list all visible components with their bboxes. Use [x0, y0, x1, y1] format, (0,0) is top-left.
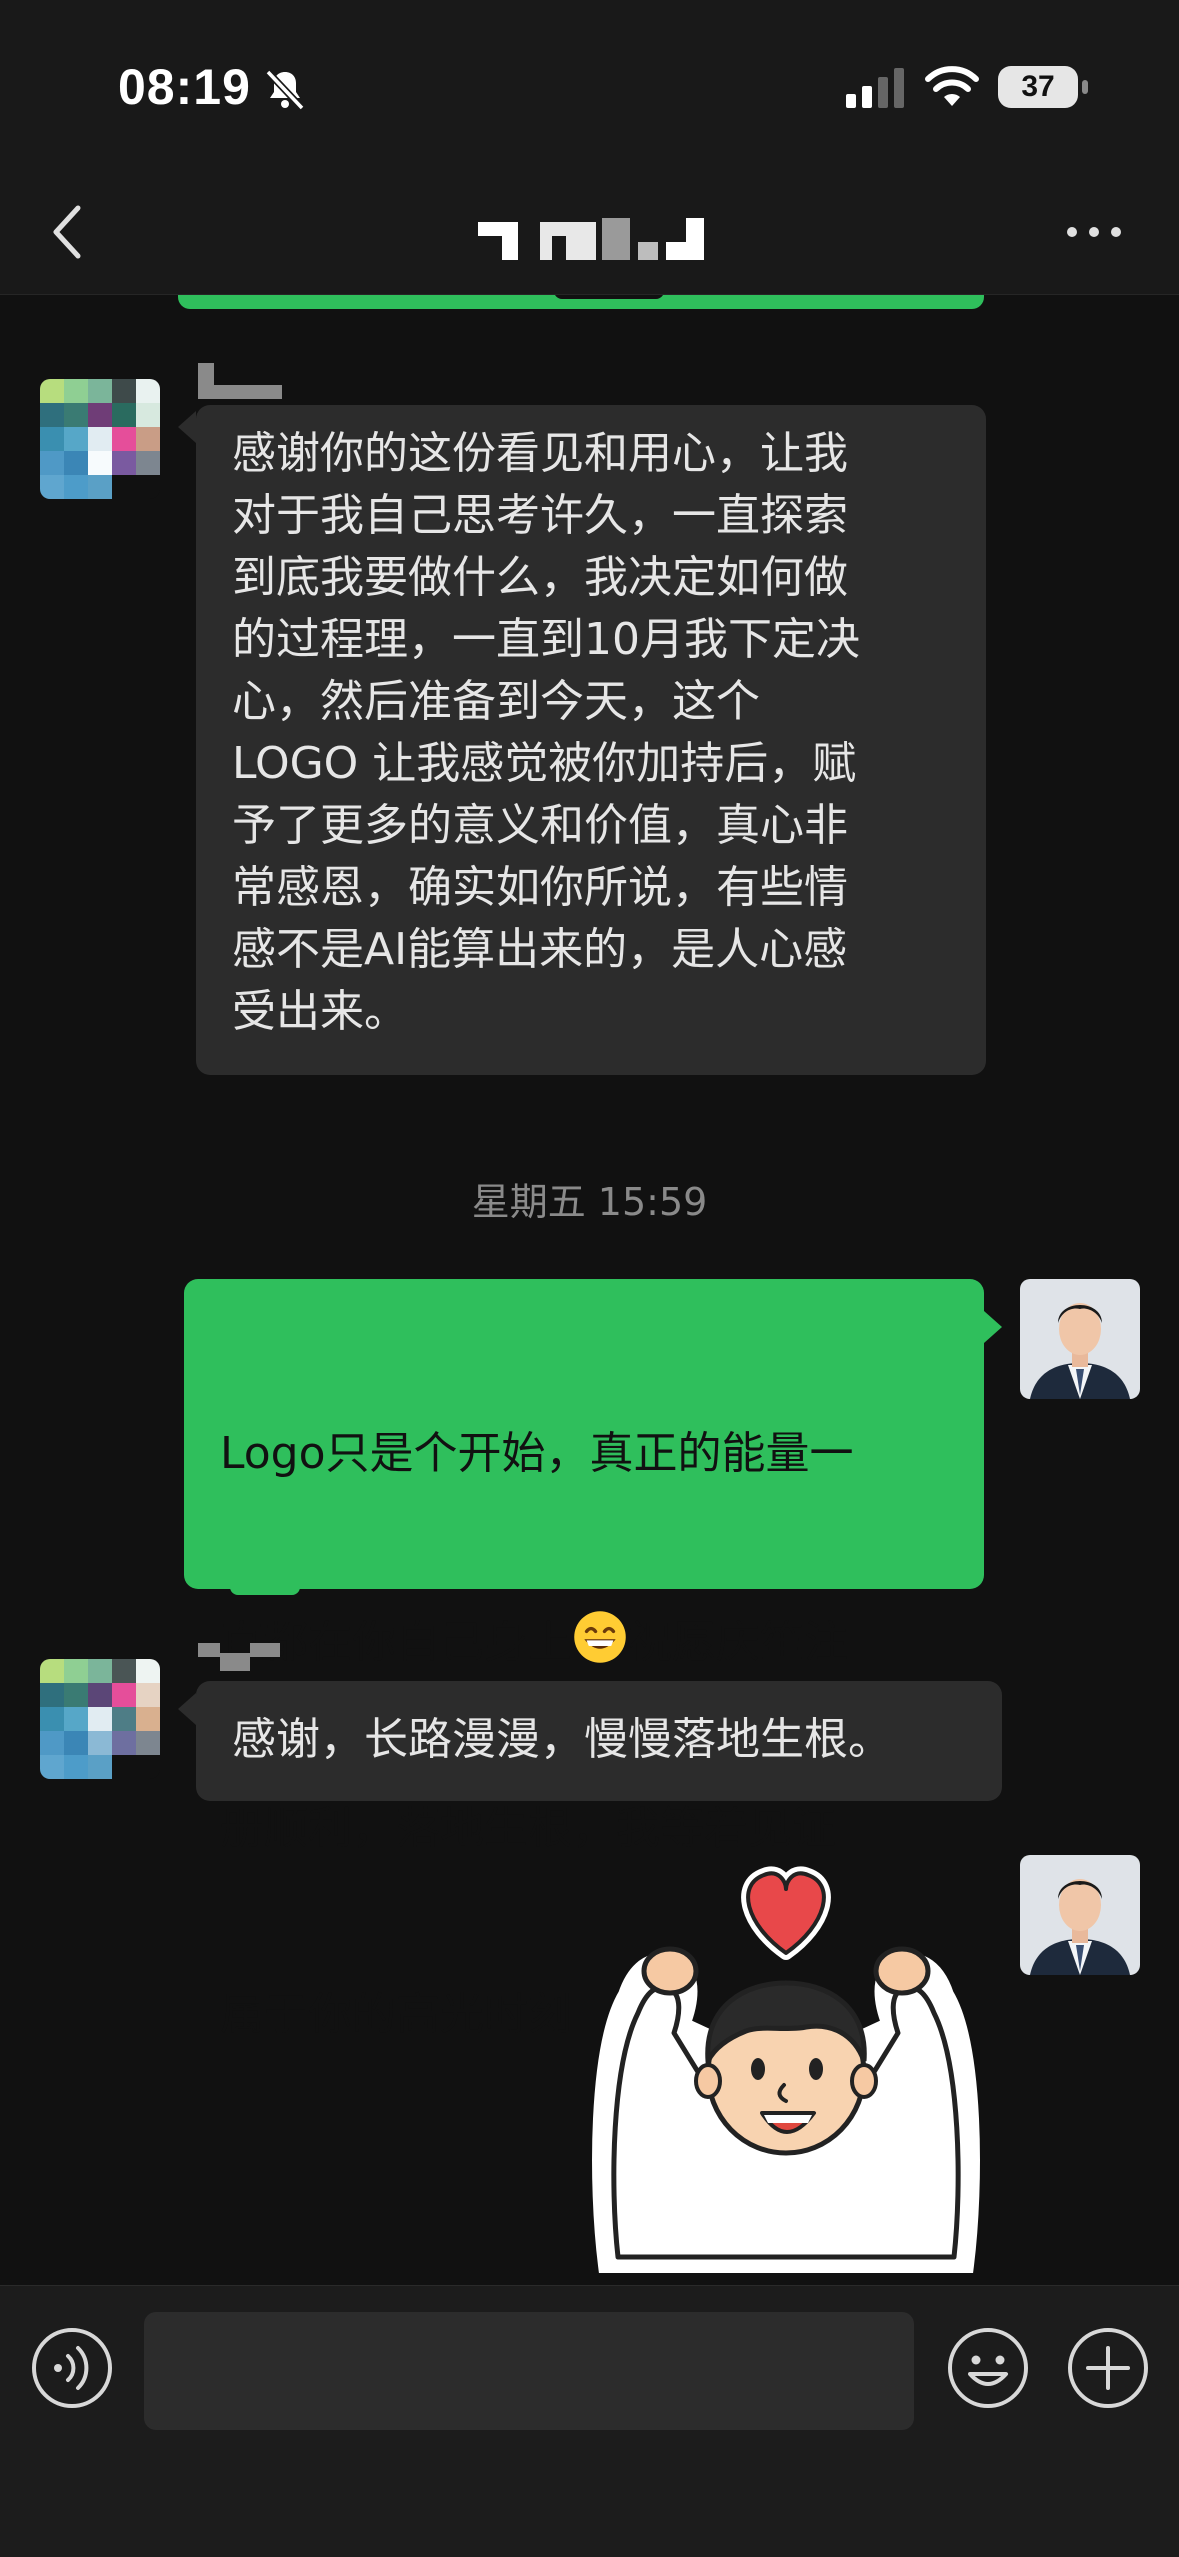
message-input-bar: [0, 2285, 1179, 2557]
cheering-boy-heart-sticker[interactable]: [586, 1855, 986, 2275]
outgoing-message-bubble[interactable]: Logo只是个开始，真正的能量一 直都在你自己身上 祝愿庆笙注 册顺利，落地生根…: [184, 1279, 984, 2040]
incoming-message-bubble[interactable]: 感谢，长路漫漫，慢慢落地生根。: [196, 1681, 1002, 1801]
sender-name-pixelated: [198, 1643, 280, 1671]
message-line: Logo只是个开始，真正的能量一: [220, 1428, 854, 1479]
more-dots-icon[interactable]: [1064, 220, 1124, 244]
voice-icon[interactable]: [30, 2326, 114, 2410]
bell-off-icon: [265, 69, 305, 111]
battery-icon: 37: [998, 66, 1078, 108]
status-bar: 08:19 37: [0, 0, 1179, 170]
wifi-icon: [925, 66, 979, 106]
emoji-face-icon[interactable]: [946, 2326, 1030, 2410]
bubble-reference-notch: [230, 1585, 300, 1595]
sender-name-pixelated: [198, 363, 282, 399]
bubble-tail: [178, 1693, 196, 1725]
contact-avatar[interactable]: [40, 379, 160, 499]
status-time: 08:19: [118, 59, 251, 115]
message-line: 册顺利，落地生根，我等着见证: [220, 1803, 836, 1854]
my-avatar[interactable]: [1020, 1855, 1140, 1975]
incoming-message-bubble[interactable]: 感谢你的这份看见和用心，让我 对于我自己思考许久，一直探索 到底我要做什么，我决…: [196, 405, 986, 1075]
message-timestamp: 星期五 15:59: [471, 1180, 708, 1224]
chat-header: [0, 170, 1179, 295]
message-input[interactable]: [144, 2312, 914, 2430]
chat-title-pixelated: [478, 218, 704, 260]
plus-icon[interactable]: [1066, 2326, 1150, 2410]
contact-avatar[interactable]: [40, 1659, 160, 1779]
chat-message-list[interactable]: 感谢你的这份看见和用心，让我 对于我自己思考许久，一直探索 到底我要做什么，我决…: [0, 295, 1179, 2285]
grinning-face-emoji: [574, 1611, 626, 1663]
message-line-part: 祝愿庆笙注: [628, 1617, 848, 1668]
message-line: 直都在你自己身上 祝愿庆笙注: [220, 1609, 984, 1674]
my-avatar[interactable]: [1020, 1279, 1140, 1399]
bubble-tail: [178, 411, 196, 443]
back-chevron-icon[interactable]: [48, 202, 88, 262]
cellular-signal-icon: [846, 68, 904, 108]
bubble-tail: [984, 1311, 1002, 1343]
battery-cap: [1082, 80, 1088, 94]
previous-bubble-notch: [554, 295, 664, 299]
